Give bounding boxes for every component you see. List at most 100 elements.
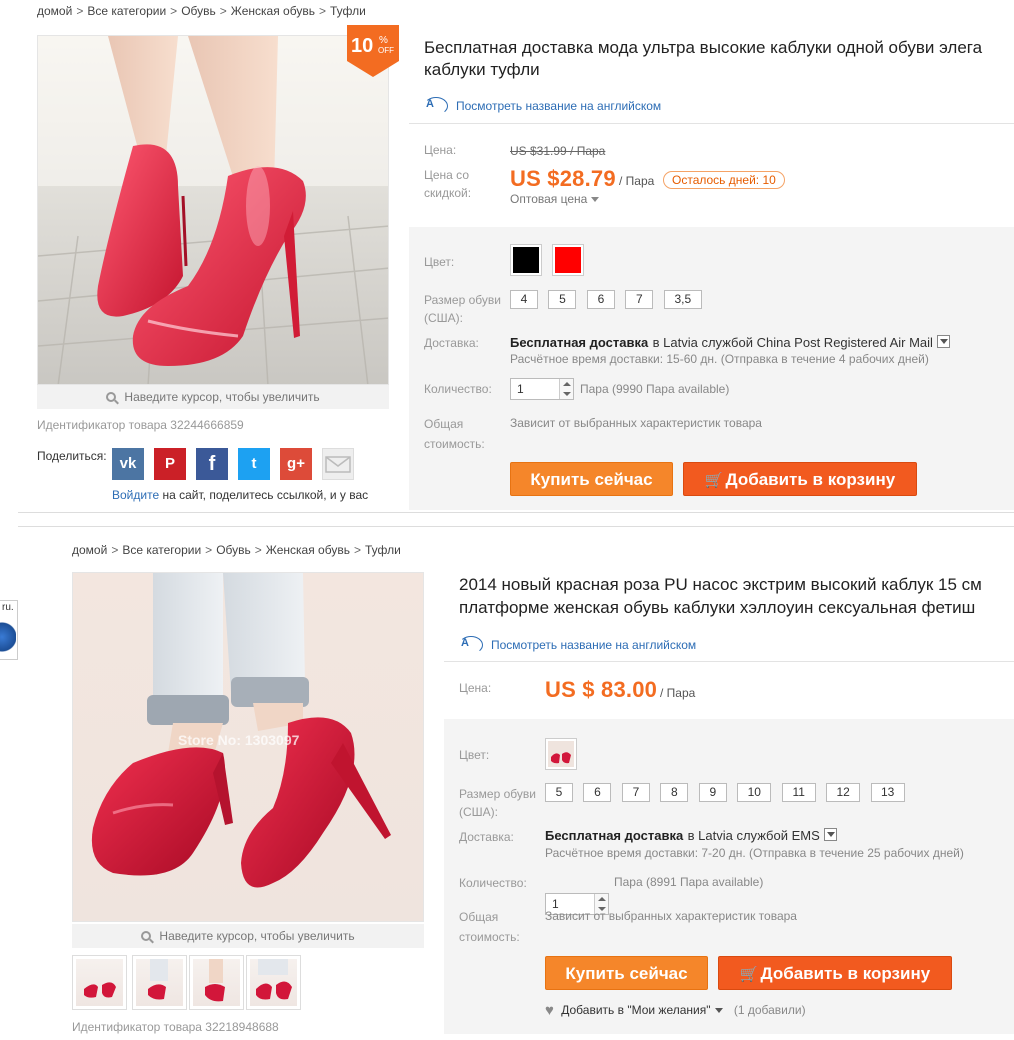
add-to-cart-button[interactable]: 🛒 Добавить в корзину: [718, 956, 952, 990]
swatch-image: [548, 741, 574, 767]
shoe-photo: [38, 36, 388, 384]
shoe-photo: Store No: 1303097: [73, 573, 423, 921]
total-label: Общая стоимость:: [424, 417, 485, 451]
thumbnail[interactable]: [132, 955, 187, 1010]
swatch-fill: [513, 247, 539, 273]
google-plus-icon[interactable]: g+: [280, 448, 312, 480]
color-label: Цвет:: [424, 255, 455, 269]
breadcrumb-item[interactable]: домой: [72, 543, 107, 557]
add-to-cart-button[interactable]: 🛒 Добавить в корзину: [683, 462, 917, 496]
breadcrumb-item[interactable]: Все категории: [87, 4, 166, 18]
globe-icon: [0, 619, 16, 655]
size-option[interactable]: 3,5: [663, 290, 702, 309]
size-option[interactable]: 9: [698, 783, 727, 802]
thumbnail[interactable]: [72, 955, 127, 1010]
size-option[interactable]: 7: [621, 783, 650, 802]
translate-link-text[interactable]: Посмотреть название на английском: [456, 99, 661, 113]
total-value: Зависит от выбранных характеристик товар…: [545, 909, 797, 923]
share-login-note: Войдите на сайт, поделитесь ссылкой, и у…: [112, 488, 368, 502]
thumbnail-image: [136, 959, 183, 1006]
size-option[interactable]: 6: [583, 783, 612, 802]
delivery-estimate: Расчётное время доставки: 7-20 дн. (Отпр…: [545, 846, 964, 860]
old-price: US $31.99 / Пара: [510, 144, 606, 158]
breadcrumb-item[interactable]: Обувь: [216, 543, 251, 557]
quantity-label: Количество:: [424, 382, 492, 396]
shipping-method[interactable]: Бесплатная доставка в Latvia службой Chi…: [510, 334, 950, 352]
pinterest-icon[interactable]: P: [154, 448, 186, 480]
product-id: Идентификатор товара 32218948688: [72, 1020, 279, 1034]
discount-percent: 10: [351, 35, 374, 57]
product-title: 2014 новый красная роза PU насос экстрим…: [459, 575, 982, 594]
breadcrumb-item[interactable]: домой: [37, 4, 72, 18]
zoom-hint-text: Наведите курсор, чтобы увеличить: [124, 390, 320, 404]
breadcrumb-item[interactable]: Туфли: [330, 4, 366, 18]
divider: [409, 123, 1014, 124]
breadcrumb-item[interactable]: Женская обувь: [266, 543, 350, 557]
wholesale-label[interactable]: Оптовая цена: [510, 192, 587, 206]
size-option[interactable]: 13: [870, 783, 905, 802]
price: US $28.79: [510, 166, 616, 191]
breadcrumb-item[interactable]: Обувь: [181, 4, 216, 18]
buy-now-button[interactable]: Купить сейчас: [545, 956, 708, 990]
price: US $ 83.00: [545, 677, 658, 702]
quantity-available: Пара (9990 Пара available): [580, 382, 730, 396]
product-image[interactable]: Store No: 1303097: [72, 572, 424, 922]
wholesale-price-link[interactable]: Оптовая цена: [510, 192, 600, 206]
translate-link[interactable]: A Посмотреть название на английском: [424, 96, 661, 115]
shipping-method[interactable]: Бесплатная доставка в Latvia службой EMS: [545, 827, 837, 845]
size-option[interactable]: 4: [510, 290, 538, 309]
translate-link[interactable]: A Посмотреть название на английском: [459, 635, 696, 654]
chevron-down-icon: [591, 197, 600, 202]
breadcrumb-item[interactable]: Туфли: [365, 543, 401, 557]
thumbnail[interactable]: [189, 955, 244, 1010]
translate-link-text[interactable]: Посмотреть название на английском: [491, 638, 696, 652]
facebook-icon[interactable]: f: [196, 448, 228, 480]
add-to-cart-label: Добавить в корзину: [760, 964, 931, 983]
dropdown-icon[interactable]: [823, 828, 837, 841]
share-label: Поделиться:: [37, 449, 107, 463]
login-link[interactable]: Войдите: [112, 488, 159, 502]
size-option[interactable]: 7: [625, 290, 654, 309]
dropdown-icon[interactable]: [936, 335, 950, 348]
product-title-line2: платформе женская обувь каблуки хэллоуин…: [459, 598, 976, 617]
swatch-fill: [555, 247, 581, 273]
product-image[interactable]: [37, 35, 389, 385]
cart-icon: 🛒: [739, 966, 759, 983]
chevron-down-icon[interactable]: [714, 1008, 723, 1013]
email-icon[interactable]: [322, 448, 354, 480]
size-option[interactable]: 5: [545, 783, 573, 802]
size-option[interactable]: 8: [660, 783, 689, 802]
discount-price-label: Цена со скидкой:: [424, 168, 472, 200]
color-swatch-red[interactable]: [552, 244, 584, 276]
zoom-hint: Наведите курсор, чтобы увеличить: [72, 924, 424, 948]
stepper-arrows-icon[interactable]: [559, 379, 573, 399]
product-id: Идентификатор товара 32244666859: [37, 418, 244, 432]
breadcrumb-item[interactable]: Женская обувь: [231, 4, 315, 18]
quantity-value[interactable]: 1: [517, 382, 524, 396]
buy-now-button[interactable]: Купить сейчас: [510, 462, 673, 496]
size-label: Размер обуви (США):: [459, 787, 536, 819]
size-options: 5 6 7 8 9 10 11 12 13: [545, 783, 905, 802]
price-label: Цена:: [424, 143, 457, 157]
translate-icon: A: [424, 96, 448, 115]
color-swatch-red-shoe[interactable]: [545, 738, 577, 770]
size-option[interactable]: 12: [826, 783, 861, 802]
side-widget[interactable]: ru.: [0, 600, 18, 660]
breadcrumb-item[interactable]: Все категории: [122, 543, 201, 557]
size-option[interactable]: 11: [781, 783, 816, 802]
heart-icon[interactable]: ♥: [545, 1002, 554, 1019]
color-swatch-black[interactable]: [510, 244, 542, 276]
divider: [444, 661, 1014, 662]
quantity-stepper[interactable]: 1: [510, 378, 574, 400]
size-option[interactable]: 10: [737, 783, 772, 802]
total-label: Общая стоимость:: [459, 910, 520, 944]
product-title-line2: каблуки туфли: [424, 60, 540, 79]
breadcrumb: домой > Все категории > Обувь > Женская обувь >…: [37, 4, 366, 18]
add-to-cart-label: Добавить в корзину: [725, 470, 896, 489]
twitter-icon[interactable]: t: [238, 448, 270, 480]
vk-icon[interactable]: vk: [112, 448, 144, 480]
add-to-wishlist-link[interactable]: Добавить в "Мои желания": [561, 1003, 710, 1017]
size-option[interactable]: 6: [586, 290, 615, 309]
size-option[interactable]: 5: [548, 290, 577, 309]
thumbnail[interactable]: [246, 955, 301, 1010]
